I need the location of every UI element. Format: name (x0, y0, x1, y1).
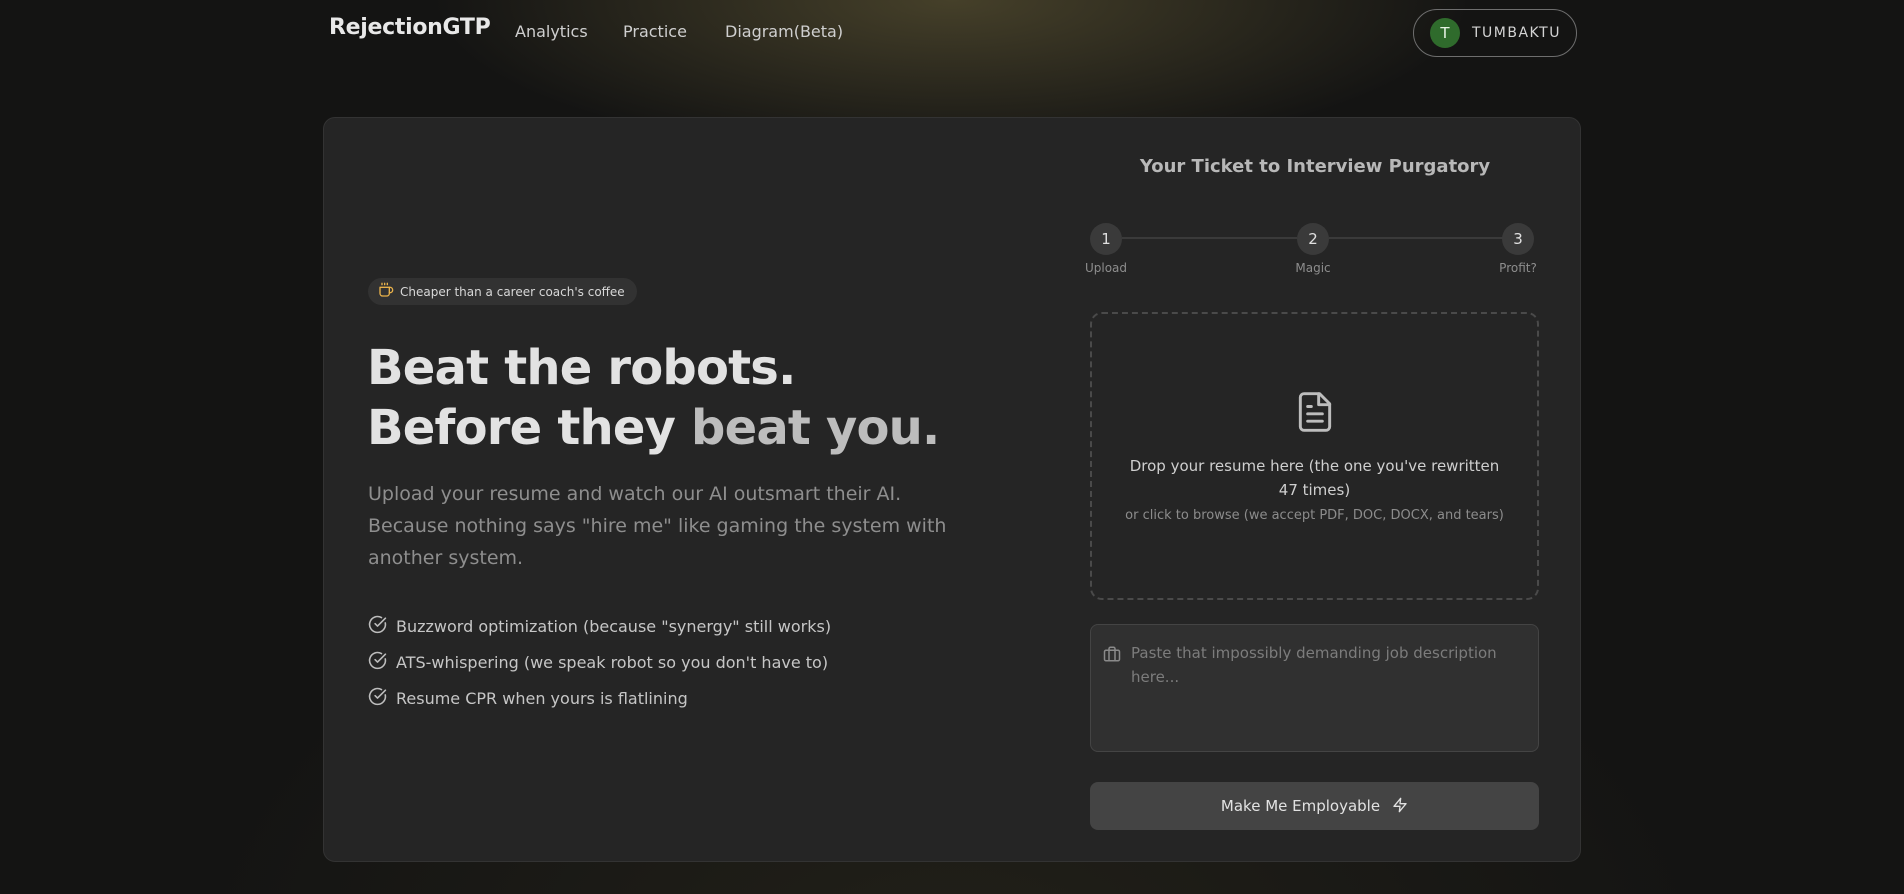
step-profit: 3 Profit? (1499, 223, 1537, 275)
resume-dropzone[interactable]: Drop your resume here (the one you've re… (1090, 312, 1539, 600)
upload-panel-title: Your Ticket to Interview Purgatory (1139, 156, 1491, 177)
headline-line-2b: beat you. (691, 400, 940, 456)
check-circle-icon (368, 651, 387, 674)
submit-button-label: Make Me Employable (1220, 797, 1381, 815)
step-upload: 1 Upload (1085, 223, 1127, 275)
briefcase-icon (1103, 645, 1121, 667)
document-icon (1293, 388, 1337, 440)
feature-list: Buzzword optimization (because "synergy"… (368, 608, 831, 716)
feature-item: ATS-whispering (we speak robot so you do… (368, 644, 831, 680)
headline-line-2a: Before they (367, 400, 692, 456)
check-circle-icon (368, 687, 387, 710)
feature-text: Buzzword optimization (because "synergy"… (396, 616, 832, 636)
check-circle-icon (368, 615, 387, 638)
app-logo[interactable]: RejectionGTP (329, 15, 491, 40)
make-employable-button[interactable]: Make Me Employable (1090, 782, 1539, 830)
headline-line-1: Beat the robots. (367, 340, 796, 396)
step-number: 1 (1090, 223, 1122, 255)
user-menu-button[interactable]: T TUMBAKTU (1413, 9, 1577, 57)
nav-link-practice[interactable]: Practice (623, 22, 687, 41)
job-description-box (1090, 624, 1539, 752)
feature-item: Resume CPR when yours is flatlining (368, 680, 831, 716)
step-number: 3 (1502, 223, 1534, 255)
promo-badge-text: Cheaper than a career coach's coffee (400, 284, 625, 299)
lightning-icon (1392, 797, 1408, 816)
hero-subtext: Upload your resume and watch our AI outs… (368, 483, 947, 569)
progress-stepper: 1 Upload 2 Magic 3 Profit? (1085, 220, 1540, 280)
promo-badge: Cheaper than a career coach's coffee (368, 278, 637, 305)
dropzone-sub-text: or click to browse (we accept PDF, DOC, … (1125, 508, 1504, 523)
nav-link-diagram[interactable]: Diagram(Beta) (725, 22, 843, 41)
step-label: Upload (1084, 261, 1128, 275)
step-connector (1329, 237, 1509, 239)
feature-text: Resume CPR when yours is flatlining (396, 688, 688, 708)
dropzone-main-text: Drop your resume here (the one you've re… (1129, 457, 1500, 499)
job-description-input[interactable] (1131, 641, 1526, 741)
step-number: 2 (1297, 223, 1329, 255)
main-card: Cheaper than a career coach's coffee Bea… (323, 117, 1581, 862)
step-magic: 2 Magic (1295, 223, 1331, 275)
step-connector (1122, 237, 1297, 239)
avatar: T (1430, 18, 1460, 48)
step-label: Profit? (1499, 261, 1537, 275)
coffee-cup-icon (378, 282, 394, 302)
feature-item: Buzzword optimization (because "synergy"… (368, 608, 831, 644)
nav-link-analytics[interactable]: Analytics (515, 22, 588, 41)
user-name: TUMBAKTU (1472, 25, 1561, 41)
feature-text: ATS-whispering (we speak robot so you do… (396, 652, 829, 672)
top-nav: RejectionGTP Analytics Practice Diagram(… (0, 0, 1904, 66)
step-label: Magic (1295, 261, 1331, 275)
hero-headline: Beat the robots. Before they beat you. (367, 338, 940, 458)
